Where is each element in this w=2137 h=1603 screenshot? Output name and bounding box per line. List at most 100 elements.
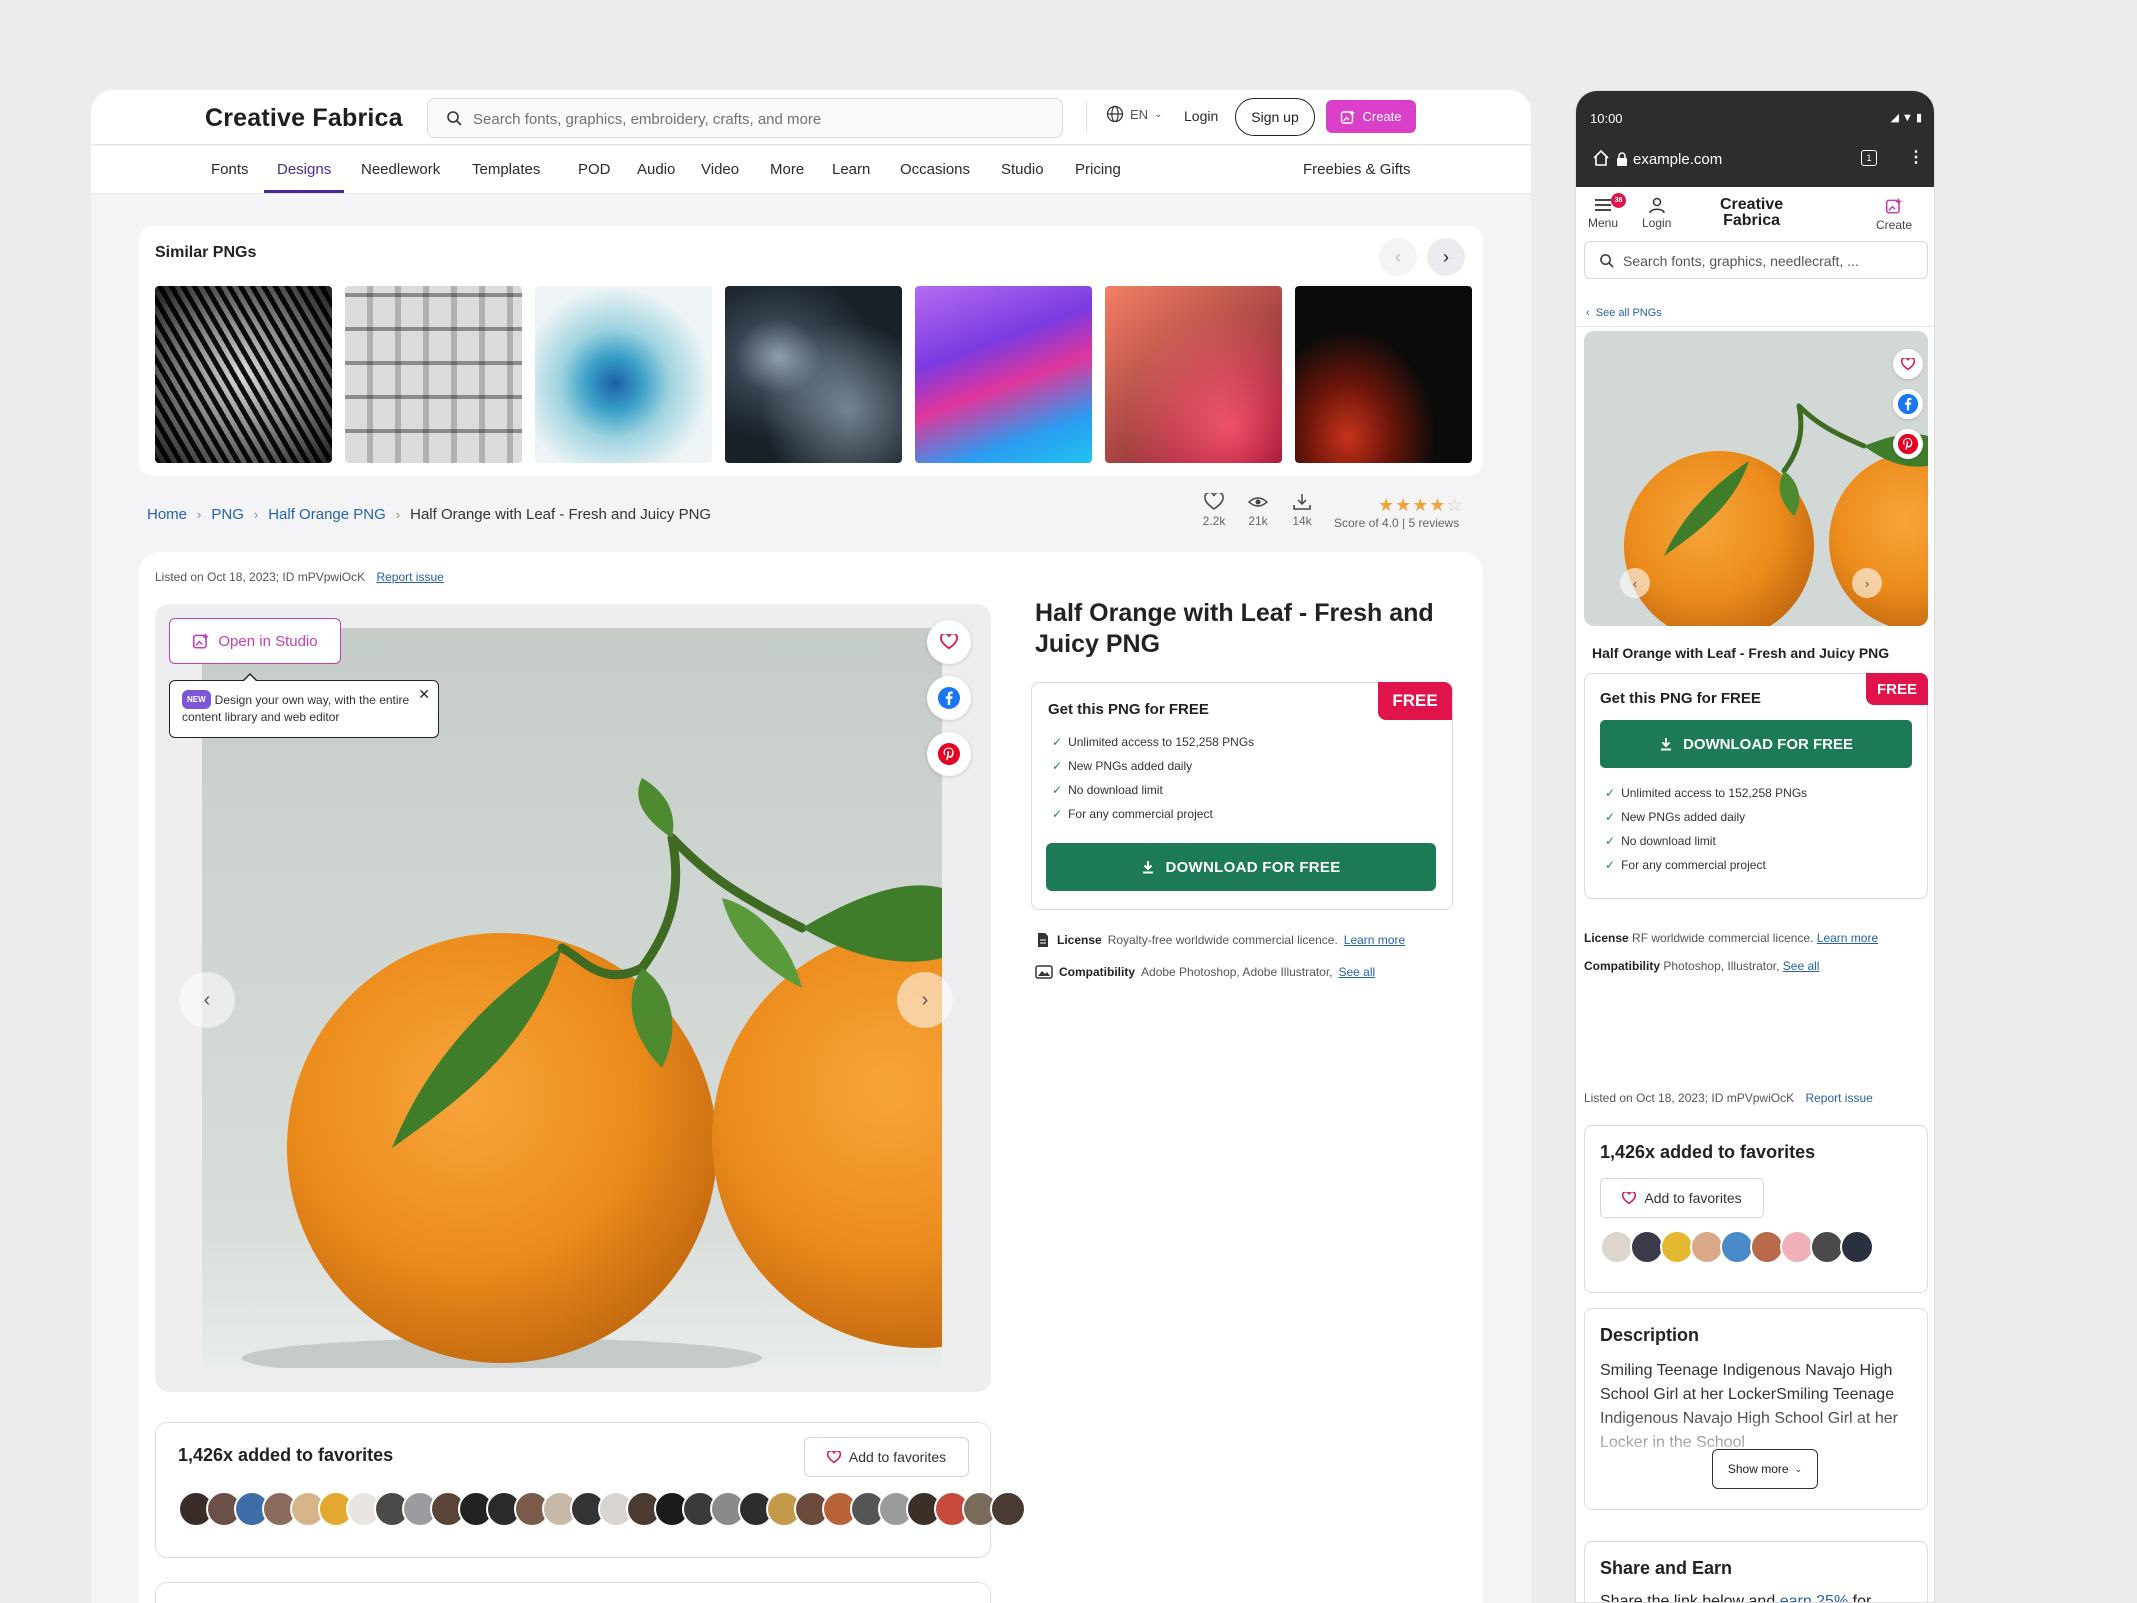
nav-pod[interactable]: POD — [578, 161, 611, 178]
nav-occasions[interactable]: Occasions — [900, 161, 970, 178]
more-menu-icon[interactable]: ⋮ — [1908, 147, 1924, 167]
create-button[interactable]: Create — [1326, 100, 1416, 133]
show-more-button[interactable]: Show more ⌄ — [1712, 1449, 1818, 1489]
nav-templates[interactable]: Templates — [472, 161, 540, 178]
signup-button[interactable]: Sign up — [1235, 98, 1315, 136]
download-icon — [1661, 738, 1671, 751]
avatar[interactable] — [1720, 1230, 1754, 1264]
compatibility-see-all-link[interactable]: See all — [1783, 959, 1820, 973]
pinterest-share-button[interactable] — [1893, 429, 1923, 459]
image-prev-button[interactable]: ‹ — [1620, 568, 1650, 598]
license-label: License — [1584, 931, 1629, 945]
nav-audio[interactable]: Audio — [637, 161, 675, 178]
similar-thumb[interactable] — [1295, 286, 1472, 463]
earn-link[interactable]: earn 25% — [1780, 1593, 1849, 1602]
status-time: 10:00 — [1590, 111, 1623, 126]
nav-video[interactable]: Video — [701, 161, 739, 178]
license-learn-more-link[interactable]: Learn more — [1344, 933, 1405, 947]
card-title: Get this PNG for FREE — [1048, 701, 1209, 718]
tabs-icon[interactable]: 1 — [1861, 150, 1877, 166]
pinterest-share-button[interactable] — [927, 732, 971, 776]
see-all-pngs-link[interactable]: ‹ See all PNGs — [1586, 307, 1662, 319]
rating-score: Score of 4.0 — [1334, 516, 1399, 530]
avatar[interactable] — [1840, 1230, 1874, 1264]
nav-learn[interactable]: Learn — [832, 161, 870, 178]
license-learn-more-link[interactable]: Learn more — [1817, 931, 1878, 945]
image-prev-button[interactable]: ‹ — [179, 972, 235, 1028]
active-nav-indicator — [264, 190, 344, 193]
avatar[interactable] — [1750, 1230, 1784, 1264]
breadcrumb-png[interactable]: PNG — [211, 506, 244, 523]
download-button[interactable]: DOWNLOAD FOR FREE — [1046, 843, 1436, 891]
close-icon[interactable]: ✕ — [418, 686, 430, 703]
similar-thumb[interactable] — [725, 286, 902, 463]
heart-icon — [1204, 493, 1224, 510]
language-label: EN — [1130, 106, 1149, 122]
rating[interactable]: ★★★★☆ Score of 4.0 | 5 reviews — [1334, 495, 1464, 530]
nav-needlework[interactable]: Needlework — [361, 161, 440, 178]
facebook-share-button[interactable] — [927, 676, 971, 720]
nav-pricing[interactable]: Pricing — [1075, 161, 1121, 178]
home-icon[interactable] — [1592, 149, 1610, 167]
create-icon — [1885, 198, 1902, 214]
similar-thumb[interactable] — [155, 286, 332, 463]
report-issue-link[interactable]: Report issue — [376, 570, 443, 584]
breadcrumb-half-orange[interactable]: Half Orange PNG — [268, 506, 386, 523]
search-placeholder: Search fonts, graphics, embroidery, craf… — [473, 111, 822, 128]
favorite-button[interactable] — [927, 620, 971, 664]
nav-fonts[interactable]: Fonts — [211, 161, 249, 178]
mobile-favorites-card: 1,426x added to favorites Add to favorit… — [1584, 1125, 1928, 1293]
nav-more[interactable]: More — [770, 161, 804, 178]
open-in-studio-label: Open in Studio — [218, 632, 318, 650]
avatar[interactable] — [1810, 1230, 1844, 1264]
open-in-studio-button[interactable]: Open in Studio — [169, 618, 341, 664]
similar-thumb[interactable] — [535, 286, 712, 463]
breadcrumb-home[interactable]: Home — [147, 506, 187, 523]
avatar[interactable] — [1630, 1230, 1664, 1264]
check-icon: ✓ — [1605, 810, 1616, 824]
chevron-down-icon: ⌄ — [1794, 1463, 1803, 1474]
image-next-button[interactable]: › — [897, 972, 953, 1028]
avatar[interactable] — [1600, 1230, 1634, 1264]
address-bar[interactable]: example.com — [1633, 151, 1722, 168]
avatar[interactable] — [990, 1491, 1026, 1527]
report-issue-link[interactable]: Report issue — [1805, 1091, 1872, 1105]
favorite-button[interactable] — [1893, 349, 1923, 379]
add-to-favorites-button[interactable]: Add to favorites — [1600, 1178, 1764, 1218]
avatar[interactable] — [1690, 1230, 1724, 1264]
image-preview: Open in Studio NEW Design your own way, w… — [155, 604, 991, 1392]
mobile-logo[interactable]: Creative Fabrica — [1720, 197, 1783, 229]
mobile-create-button[interactable]: Create — [1876, 197, 1912, 232]
likes-stat[interactable]: 2.2k — [1201, 493, 1227, 528]
share-title: Share and Earn — [1600, 1558, 1733, 1578]
login-link[interactable]: Login — [1184, 108, 1218, 124]
nav-studio[interactable]: Studio — [1001, 161, 1044, 178]
search-input[interactable]: Search fonts, graphics, embroidery, craf… — [427, 98, 1063, 138]
compatibility-see-all-link[interactable]: See all — [1339, 965, 1376, 979]
product-image — [202, 628, 942, 1368]
product-card: Listed on Oct 18, 2023; ID mPVpwiOcK Rep… — [139, 552, 1483, 1603]
check-icon: ✓ — [1605, 834, 1616, 848]
avatar[interactable] — [1660, 1230, 1694, 1264]
similar-thumb[interactable] — [915, 286, 1092, 463]
add-to-favorites-button[interactable]: Add to favorites — [804, 1437, 969, 1477]
divider — [1086, 102, 1087, 132]
avatar[interactable] — [1780, 1230, 1814, 1264]
similar-thumb[interactable] — [1105, 286, 1282, 463]
nav-freebies[interactable]: Freebies & Gifts — [1303, 161, 1411, 178]
feature-item: ✓ For any commercial project — [1605, 858, 1766, 872]
language-selector[interactable]: EN ⌄ — [1106, 105, 1162, 123]
similar-thumb[interactable] — [345, 286, 522, 463]
image-next-button[interactable]: › — [1852, 568, 1882, 598]
facebook-share-button[interactable] — [1893, 389, 1923, 419]
mobile-login-button[interactable]: Login — [1642, 197, 1671, 230]
mobile-search-input[interactable]: Search fonts, graphics, needlecraft, ... — [1584, 241, 1928, 279]
share-text: Share the link below and earn 25% for ev… — [1600, 1590, 1910, 1602]
carousel-prev-button[interactable]: ‹ — [1379, 238, 1417, 276]
carousel-next-button[interactable]: › — [1427, 238, 1465, 276]
create-icon — [1341, 109, 1356, 124]
logo[interactable]: Creative Fabrica — [205, 104, 403, 133]
mobile-download-button[interactable]: DOWNLOAD FOR FREE — [1600, 720, 1912, 768]
nav-designs[interactable]: Designs — [277, 161, 331, 178]
mobile-share-card: Share and Earn Share the link below and … — [1584, 1541, 1928, 1602]
